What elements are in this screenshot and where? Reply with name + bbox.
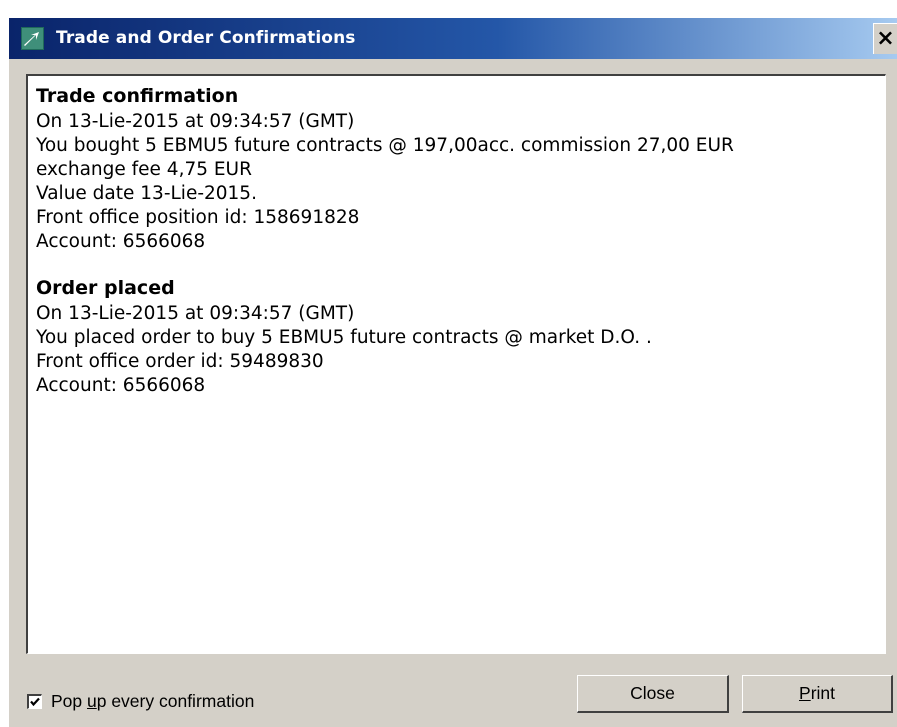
checkbox-label-post: p every confirmation — [96, 690, 255, 711]
checkbox-box[interactable] — [27, 693, 42, 709]
trade-line: On 13-Lie-2015 at 09:34:57 (GMT) — [36, 111, 355, 132]
print-button[interactable]: Print — [742, 675, 893, 713]
order-line: On 13-Lie-2015 at 09:34:57 (GMT) — [36, 303, 355, 324]
title-bar[interactable]: Trade and Order Confirmations × — [9, 18, 897, 59]
confirmations-dialog: Trade and Order Confirmations × Trade co… — [9, 18, 897, 727]
print-label-rest: rint — [810, 683, 835, 703]
trade-line: exchange fee 4,75 EUR — [36, 159, 252, 180]
order-line: Account: 6566068 — [36, 375, 206, 396]
checkbox-label-mnemonic: u — [87, 690, 97, 711]
trade-confirmation-heading: Trade confirmation — [36, 85, 239, 107]
popup-every-confirmation-checkbox[interactable]: Pop up every confirmation — [27, 690, 254, 712]
checkmark-icon — [30, 697, 40, 706]
close-window-icon[interactable]: × — [873, 23, 897, 54]
print-label-mnemonic: P — [799, 683, 811, 703]
order-line: You placed order to buy 5 EBMU5 future c… — [36, 327, 652, 348]
trade-line: Account: 6566068 — [36, 231, 206, 252]
checkbox-label-pre: Pop — [51, 690, 87, 711]
close-button[interactable]: Close — [577, 675, 729, 713]
trade-line: Value date 13-Lie-2015. — [36, 183, 257, 204]
app-arrow-icon — [21, 27, 44, 50]
order-placed-heading: Order placed — [36, 277, 175, 299]
order-line: Front office order id: 59489830 — [36, 351, 324, 372]
confirmation-text-panel[interactable]: Trade confirmation On 13-Lie-2015 at 09:… — [26, 74, 886, 654]
checkbox-label: Pop up every confirmation — [51, 691, 254, 712]
window-title: Trade and Order Confirmations — [56, 28, 356, 48]
trade-line: You bought 5 EBMU5 future contracts @ 19… — [36, 135, 734, 156]
trade-line: Front office position id: 158691828 — [36, 207, 360, 228]
